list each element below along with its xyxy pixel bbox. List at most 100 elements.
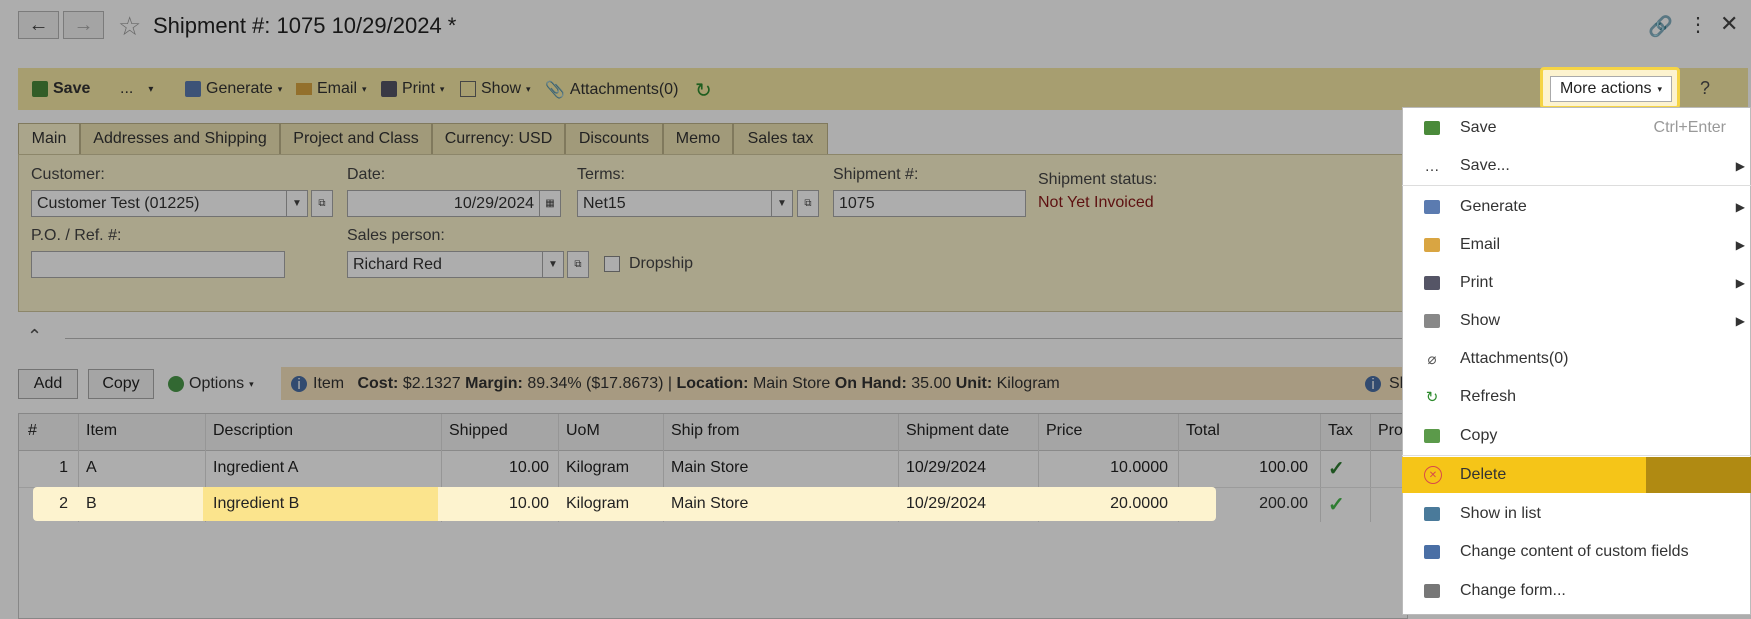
menu-item-change-content-of-custom-fields[interactable]: Change content of custom fields xyxy=(1402,534,1751,570)
column-header[interactable]: Total xyxy=(1186,422,1220,440)
menu-item-email[interactable]: Email ▶ xyxy=(1402,227,1751,263)
column-header[interactable]: Item xyxy=(86,422,117,440)
grid-cell-shipped[interactable]: 10.00 xyxy=(449,489,549,519)
grid-cell-total[interactable]: 100.00 xyxy=(1186,453,1308,483)
grid-cell-tax[interactable]: ✓ xyxy=(1328,453,1345,483)
tab-currency[interactable]: Currency: USD xyxy=(432,123,565,155)
shipment-number-field[interactable]: 1075 xyxy=(833,190,1026,217)
grid-cell-uom[interactable]: Kilogram xyxy=(566,489,629,519)
back-button[interactable]: ← xyxy=(18,11,59,39)
email-button[interactable]: Email ▾ xyxy=(296,80,367,98)
column-header[interactable]: Tax xyxy=(1328,422,1353,440)
column-header[interactable]: UoM xyxy=(566,422,600,440)
grid-cell-description[interactable]: Ingredient A xyxy=(213,453,298,483)
tab-project-class[interactable]: Project and Class xyxy=(280,123,432,155)
sales-person-dropdown-button[interactable]: ▼ xyxy=(542,251,564,278)
menu-item-save[interactable]: Save Ctrl+Enter xyxy=(1402,110,1751,146)
save-button[interactable]: Save xyxy=(32,80,90,98)
menu-item-show-in-list[interactable]: Show in list xyxy=(1402,496,1751,532)
grid-cell-shipped[interactable]: 10.00 xyxy=(449,453,549,483)
grid-cell-ship-from[interactable]: Main Store xyxy=(671,489,748,519)
terms-label: Terms: xyxy=(577,166,625,183)
vertical-dots-icon[interactable]: ⋮ xyxy=(1688,12,1708,37)
terms-field[interactable]: Net15 xyxy=(577,190,772,217)
dropship-checkbox[interactable] xyxy=(604,256,620,272)
options-button[interactable]: Options ▾ xyxy=(168,375,254,393)
menu-item-print[interactable]: Print ▶ xyxy=(1402,265,1751,301)
refresh-icon[interactable]: ↻ xyxy=(695,78,712,103)
grid-cell-item[interactable]: B xyxy=(86,489,97,519)
grid-cell-num[interactable]: 1 xyxy=(28,453,68,483)
add-row-button[interactable]: Add xyxy=(18,369,78,399)
tab-main[interactable]: Main xyxy=(18,123,80,155)
sales-person-field[interactable]: Richard Red xyxy=(347,251,543,278)
chevron-down-icon: ▾ xyxy=(1657,83,1663,94)
column-header[interactable]: Shipped xyxy=(449,422,508,440)
customer-dropdown-button[interactable]: ▼ xyxy=(286,190,308,217)
po-ref-field[interactable] xyxy=(31,251,285,278)
open-window-icon: ⧉ xyxy=(574,259,582,270)
grid-cell-total[interactable]: 200.00 xyxy=(1186,489,1308,519)
column-header[interactable]: Shipment date xyxy=(906,422,1009,440)
grid-cell-tax[interactable]: ✓ xyxy=(1328,489,1345,519)
attachments-button[interactable]: 📎 Attachments(0) xyxy=(545,80,678,100)
save-options-button[interactable]: ... ▾ xyxy=(120,80,153,98)
menu-item-attachments-0[interactable]: ⌀ Attachments(0) xyxy=(1402,341,1751,377)
grid-cell-date[interactable]: 10/29/2024 xyxy=(906,453,986,483)
save-icon xyxy=(1424,121,1440,135)
link-icon[interactable]: 🔗 xyxy=(1648,14,1673,39)
terms-dropdown-button[interactable]: ▼ xyxy=(771,190,793,217)
column-header[interactable]: Pro xyxy=(1378,422,1403,440)
tab-sales-tax[interactable]: Sales tax xyxy=(733,123,828,155)
grid-cell-description[interactable]: Ingredient B xyxy=(213,489,299,519)
submenu-arrow-icon: ▶ xyxy=(1735,159,1745,173)
more-actions-button[interactable]: More actions ▾ xyxy=(1550,76,1672,102)
info-icon: i xyxy=(1365,376,1381,393)
grid-cell-ship-from[interactable]: Main Store xyxy=(671,453,748,483)
menu-item-change-form[interactable]: Change form... xyxy=(1402,573,1751,609)
show-button[interactable]: Show ▾ xyxy=(460,80,531,98)
open-window-icon: ⧉ xyxy=(804,198,812,209)
menu-item-copy[interactable]: Copy xyxy=(1402,418,1751,454)
date-field[interactable]: 10/29/2024 xyxy=(347,190,540,217)
customer-field[interactable]: Customer Test (01225) xyxy=(31,190,287,217)
info-item-label: Item xyxy=(313,375,345,392)
grid-cell-date[interactable]: 10/29/2024 xyxy=(906,489,986,519)
column-header[interactable]: Price xyxy=(1046,422,1082,440)
star-icon[interactable]: ☆ xyxy=(118,11,141,42)
date-calendar-button[interactable]: ▦ xyxy=(539,190,561,217)
generate-button[interactable]: Generate ▾ xyxy=(185,80,282,98)
column-header[interactable]: Description xyxy=(213,422,293,440)
grid-cell-uom[interactable]: Kilogram xyxy=(566,453,629,483)
menu-item-label: Show xyxy=(1460,312,1501,329)
generate-icon xyxy=(185,81,201,97)
sales-person-open-button[interactable]: ⧉ xyxy=(567,251,589,278)
grid-cell-price[interactable]: 20.0000 xyxy=(1046,489,1168,519)
attachments-label: Attachments(0) xyxy=(569,81,679,98)
menu-separator xyxy=(1402,455,1751,456)
grid-cell-num[interactable]: 2 xyxy=(28,489,68,519)
copy-row-button[interactable]: Copy xyxy=(88,369,154,399)
column-header[interactable]: Ship from xyxy=(671,422,739,440)
menu-item-refresh[interactable]: ↻ Refresh xyxy=(1402,379,1751,415)
column-header[interactable]: # xyxy=(28,422,37,440)
customer-open-button[interactable]: ⧉ xyxy=(311,190,333,217)
menu-item-save[interactable]: … Save... ▶ xyxy=(1402,148,1751,184)
tab-memo[interactable]: Memo xyxy=(663,123,733,155)
terms-open-button[interactable]: ⧉ xyxy=(797,190,819,217)
info-margin-label: Margin: xyxy=(465,375,523,392)
grid-cell-price[interactable]: 10.0000 xyxy=(1046,453,1168,483)
help-button[interactable]: ? xyxy=(1700,78,1710,99)
form-icon xyxy=(1424,584,1440,598)
forward-button[interactable]: → xyxy=(63,11,104,39)
menu-item-show[interactable]: Show ▶ xyxy=(1402,303,1751,339)
menu-item-generate[interactable]: Generate ▶ xyxy=(1402,189,1751,225)
close-icon[interactable]: ✕ xyxy=(1720,11,1738,37)
tab-addresses-shipping[interactable]: Addresses and Shipping xyxy=(80,123,280,155)
grid-cell-item[interactable]: A xyxy=(86,453,97,483)
print-button[interactable]: Print ▾ xyxy=(381,80,444,98)
collapse-icon[interactable]: ⌃ xyxy=(27,326,42,347)
menu-item-delete[interactable]: ✕ Delete xyxy=(1402,457,1646,493)
item-info-text: Item Cost: $2.1327 Margin: 89.34% ($17.8… xyxy=(313,375,1060,393)
tab-discounts[interactable]: Discounts xyxy=(565,123,663,155)
